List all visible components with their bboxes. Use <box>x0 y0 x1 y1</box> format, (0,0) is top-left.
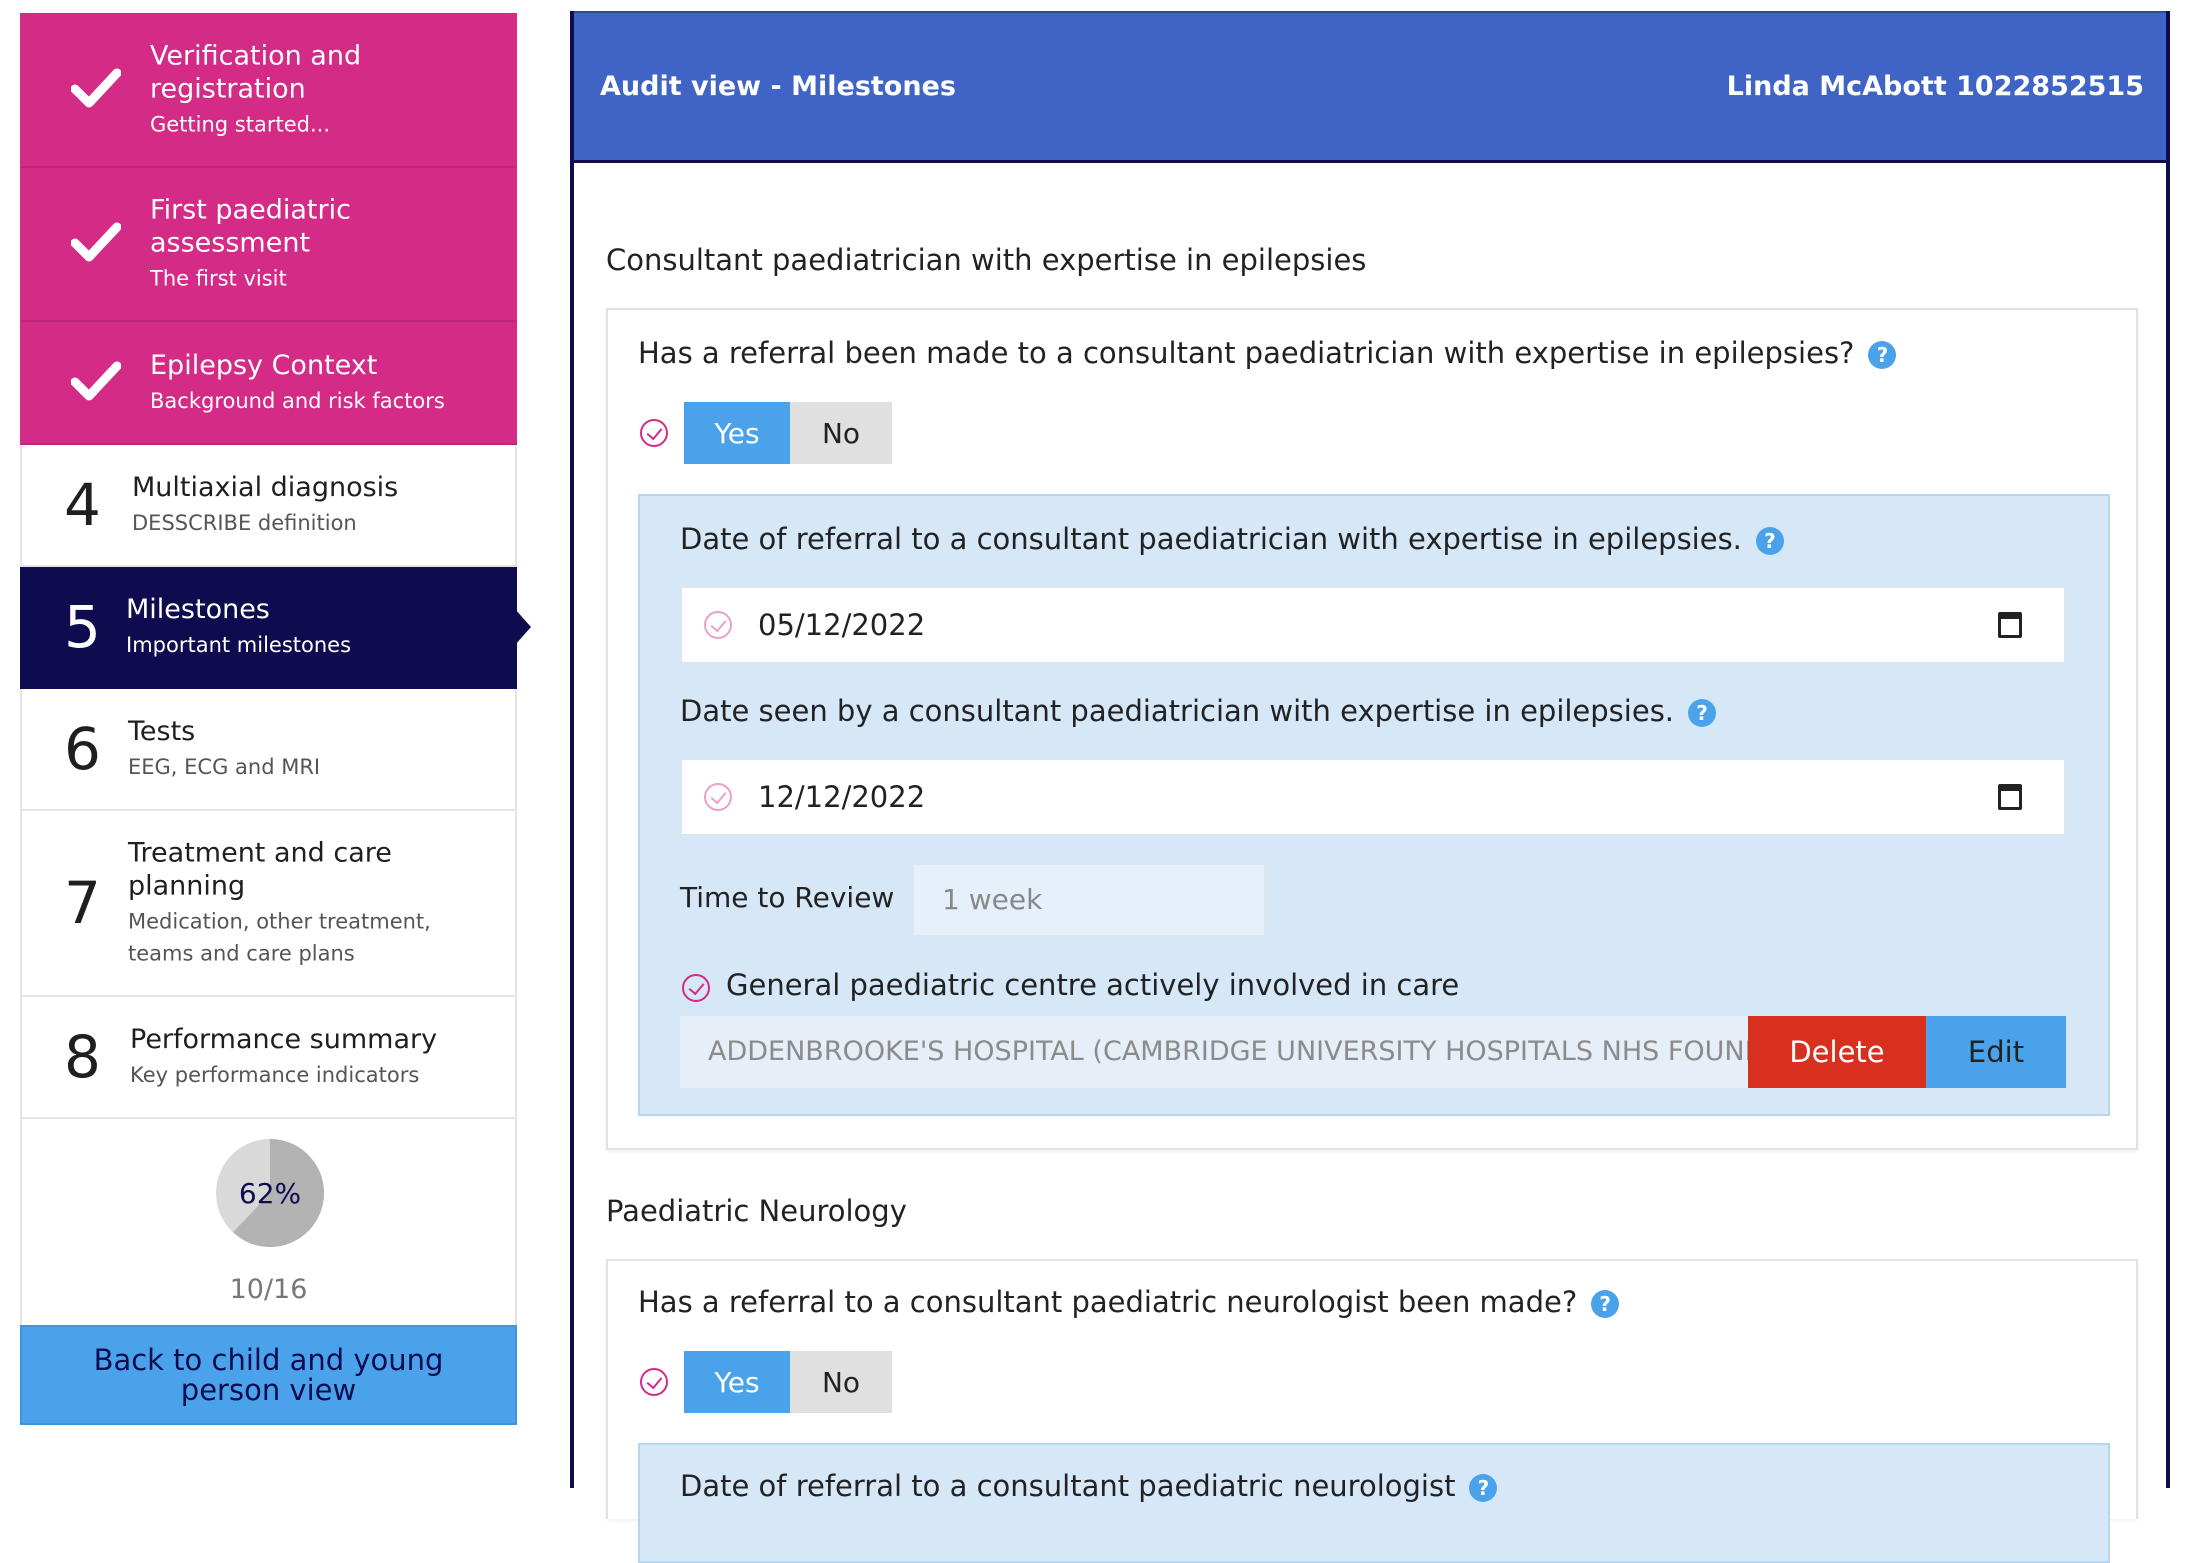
yes-button[interactable]: Yes <box>684 402 790 464</box>
section-heading-consultant: Consultant paediatrician with expertise … <box>606 243 1367 277</box>
neurology-referral-question: Has a referral to a consultant paediatri… <box>638 1285 1620 1319</box>
audit-header: Audit view - Milestones Linda McAbott 10… <box>574 11 2166 163</box>
check-icon <box>66 67 126 113</box>
field-check-icon <box>704 783 732 811</box>
page-title: Audit view - Milestones <box>600 71 956 102</box>
step-title: Epilepsy Context <box>150 349 378 381</box>
centre-row: ADDENBROOKE'S HOSPITAL (CAMBRIDGE UNIVER… <box>680 1016 2066 1088</box>
date-referral-input[interactable]: 05/12/2022 <box>680 586 2066 664</box>
step-subtitle: DESSCRIBE definition <box>132 511 357 535</box>
date-seen-label: Date seen by a consultant paediatrician … <box>680 694 1717 728</box>
complete-check-icon <box>640 1368 668 1396</box>
step-subtitle: Important milestones <box>126 633 352 657</box>
step-subtitle: Background and risk factors <box>150 388 445 413</box>
progress-percent: 62% <box>238 1176 302 1210</box>
no-button[interactable]: No <box>790 1351 892 1413</box>
step-subtitle: Medication, other treatment, teams and c… <box>128 909 431 966</box>
date-seen-input[interactable]: 12/12/2022 <box>680 758 2066 836</box>
calendar-icon[interactable] <box>1998 784 2022 810</box>
step-epilepsy-context[interactable]: Epilepsy Context Background and risk fac… <box>20 322 517 445</box>
help-icon[interactable]: ? <box>1591 1290 1620 1318</box>
check-icon <box>66 360 126 406</box>
referral-question: Has a referral been made to a consultant… <box>638 336 1897 370</box>
step-milestones[interactable]: 5 Milestones Important milestones <box>20 567 531 689</box>
step-verification[interactable]: Verification and registration Getting st… <box>20 13 517 168</box>
progress-panel: 62% 10/16 <box>20 1119 517 1325</box>
step-title: Tests <box>128 716 196 747</box>
time-to-review-label: Time to Review <box>680 881 895 914</box>
progress-count: 10/16 <box>229 1274 308 1305</box>
step-title: Multiaxial diagnosis <box>132 472 399 503</box>
yes-button[interactable]: Yes <box>684 1351 790 1413</box>
step-subtitle: Getting started... <box>150 112 330 136</box>
step-performance-summary[interactable]: 8 Performance summary Key performance in… <box>20 997 517 1119</box>
neurology-date-referral-label: Date of referral to a consultant paediat… <box>680 1469 1498 1503</box>
help-icon[interactable]: ? <box>1688 699 1717 727</box>
step-tests[interactable]: 6 Tests EEG, ECG and MRI <box>20 689 517 811</box>
no-button[interactable]: No <box>790 402 892 464</box>
step-subtitle: EEG, ECG and MRI <box>128 755 321 779</box>
step-treatment-planning[interactable]: 7 Treatment and care planning Medication… <box>20 811 517 997</box>
step-number: 6 <box>64 715 101 783</box>
date-seen-value: 12/12/2022 <box>758 780 926 814</box>
patient-name: Linda McAbott 1022852515 <box>1726 71 2144 102</box>
audit-panel: Audit view - Milestones Linda McAbott 10… <box>570 11 2170 1563</box>
step-title: Milestones <box>126 594 270 625</box>
step-subtitle: Key performance indicators <box>130 1063 420 1087</box>
time-to-review-field: 1 week <box>912 863 1266 937</box>
step-sidebar: Verification and registration Getting st… <box>20 13 531 1425</box>
help-icon[interactable]: ? <box>1755 527 1784 555</box>
step-first-assessment[interactable]: First paediatric assessment The first vi… <box>20 168 517 322</box>
active-step-pointer <box>515 609 531 645</box>
step-subtitle: The first visit <box>150 266 287 291</box>
referral-details-panel: Date of referral to a consultant paediat… <box>638 494 2110 1116</box>
help-icon[interactable]: ? <box>1868 341 1897 369</box>
date-referral-label-text: Date of referral to a consultant paediat… <box>680 522 1742 556</box>
calendar-icon[interactable] <box>1998 612 2022 638</box>
section-heading-neurology: Paediatric Neurology <box>606 1194 907 1228</box>
back-to-child-view-button[interactable]: Back to child and young person view <box>20 1325 517 1425</box>
neurology-card: Has a referral to a consultant paediatri… <box>606 1259 2138 1563</box>
step-title: First paediatric assessment <box>150 194 351 259</box>
neurology-toggle: Yes No <box>684 1351 892 1413</box>
step-title: Verification and registration <box>150 40 362 104</box>
complete-check-icon <box>682 974 710 1002</box>
complete-check-icon <box>640 419 668 447</box>
date-referral-value: 05/12/2022 <box>758 608 926 642</box>
neurology-details-panel: Date of referral to a consultant paediat… <box>638 1443 2110 1563</box>
date-seen-label-text: Date seen by a consultant paediatrician … <box>680 694 1675 728</box>
step-number: 4 <box>64 471 101 539</box>
neurology-question-text: Has a referral to a consultant paediatri… <box>638 1285 1578 1319</box>
help-icon[interactable]: ? <box>1469 1474 1498 1502</box>
step-title: Performance summary <box>130 1024 438 1055</box>
field-check-icon <box>704 611 732 639</box>
centre-label: General paediatric centre actively invol… <box>726 968 1460 1002</box>
consultant-card: Has a referral been made to a consultant… <box>606 308 2138 1150</box>
date-referral-label: Date of referral to a consultant paediat… <box>680 522 1784 556</box>
centre-name: ADDENBROOKE'S HOSPITAL (CAMBRIDGE UNIVER… <box>680 1016 1748 1088</box>
check-icon <box>66 221 126 267</box>
step-number: 7 <box>64 869 101 937</box>
referral-toggle: Yes No <box>684 402 892 464</box>
edit-button[interactable]: Edit <box>1926 1016 2066 1088</box>
referral-question-text: Has a referral been made to a consultant… <box>638 336 1855 370</box>
neurology-date-referral-text: Date of referral to a consultant paediat… <box>680 1469 1456 1503</box>
step-title: Treatment and care planning <box>128 837 392 902</box>
step-multiaxial-diagnosis[interactable]: 4 Multiaxial diagnosis DESSCRIBE definit… <box>20 445 517 567</box>
step-number: 5 <box>64 593 101 661</box>
step-number: 8 <box>64 1023 101 1091</box>
delete-button[interactable]: Delete <box>1748 1016 1926 1088</box>
